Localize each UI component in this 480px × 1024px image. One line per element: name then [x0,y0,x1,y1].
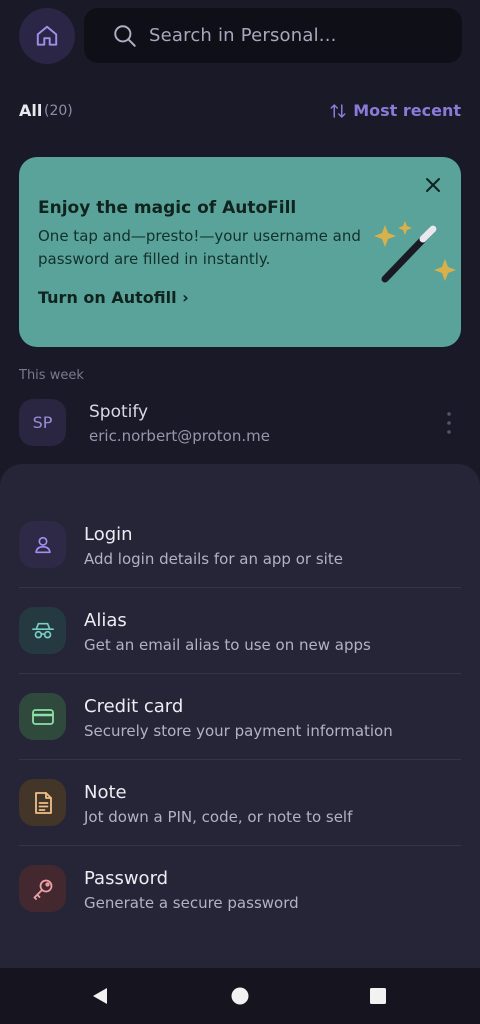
create-note-option[interactable]: Note Jot down a PIN, code, or note to se… [19,768,461,838]
option-title: Login [84,524,133,545]
banner-body: One tap and—presto!—your username and pa… [38,227,361,268]
sort-button[interactable]: Most recent [329,101,461,120]
back-icon[interactable] [90,986,110,1006]
recents-icon[interactable] [368,986,388,1006]
create-credit-card-option[interactable]: Credit card Securely store your payment … [19,682,461,752]
create-alias-option[interactable]: Alias Get an email alias to use on new a… [19,596,461,666]
alias-mask-icon [19,607,66,654]
sort-label: Most recent [353,101,461,120]
create-password-option[interactable]: Password Generate a secure password [19,854,461,924]
option-subtitle: Generate a secure password [84,894,299,912]
user-icon [19,521,66,568]
credit-card-icon [19,693,66,740]
divider [19,845,461,846]
option-title: Alias [84,610,127,631]
search-bar[interactable]: Search in Personal... [84,8,462,63]
option-subtitle: Securely store your payment information [84,722,393,740]
section-label-this-week: This week [19,368,84,383]
filter-all-count: (20) [44,103,73,119]
filter-all-label[interactable]: All [19,101,42,120]
home-icon [36,25,58,46]
search-input[interactable]: Search in Personal... [149,25,337,46]
option-subtitle: Jot down a PIN, code, or note to self [84,808,353,826]
option-title: Password [84,868,169,889]
avatar: SP [19,399,66,446]
divider [19,587,461,588]
filter-row: All (20) Most recent [19,100,461,124]
option-subtitle: Add login details for an app or site [84,550,343,568]
divider [19,759,461,760]
system-nav-bar [0,968,480,1024]
magic-wand-icon [374,221,456,283]
top-bar: Search in Personal... [0,0,480,72]
option-title: Note [84,782,127,803]
home-nav-icon[interactable] [230,986,250,1006]
create-login-option[interactable]: Login Add login details for an app or si… [19,510,461,580]
search-icon [112,23,138,49]
key-icon [19,865,66,912]
item-title: Spotify [89,402,149,422]
more-vertical-icon[interactable] [441,409,457,437]
item-subtitle: eric.norbert@proton.me [89,427,270,445]
note-icon [19,779,66,826]
banner-title: Enjoy the magic of AutoFill [38,198,297,218]
autofill-banner: Enjoy the magic of AutoFill One tap and—… [19,157,461,347]
home-button[interactable] [19,8,75,64]
option-title: Credit card [84,696,184,717]
close-icon[interactable] [421,173,445,197]
option-subtitle: Get an email alias to use on new apps [84,636,371,654]
divider [19,673,461,674]
list-item[interactable]: SP Spotify eric.norbert@proton.me [19,398,461,448]
turn-on-autofill-link[interactable]: Turn on Autofill › [38,288,189,307]
sort-arrows-icon [329,102,347,120]
